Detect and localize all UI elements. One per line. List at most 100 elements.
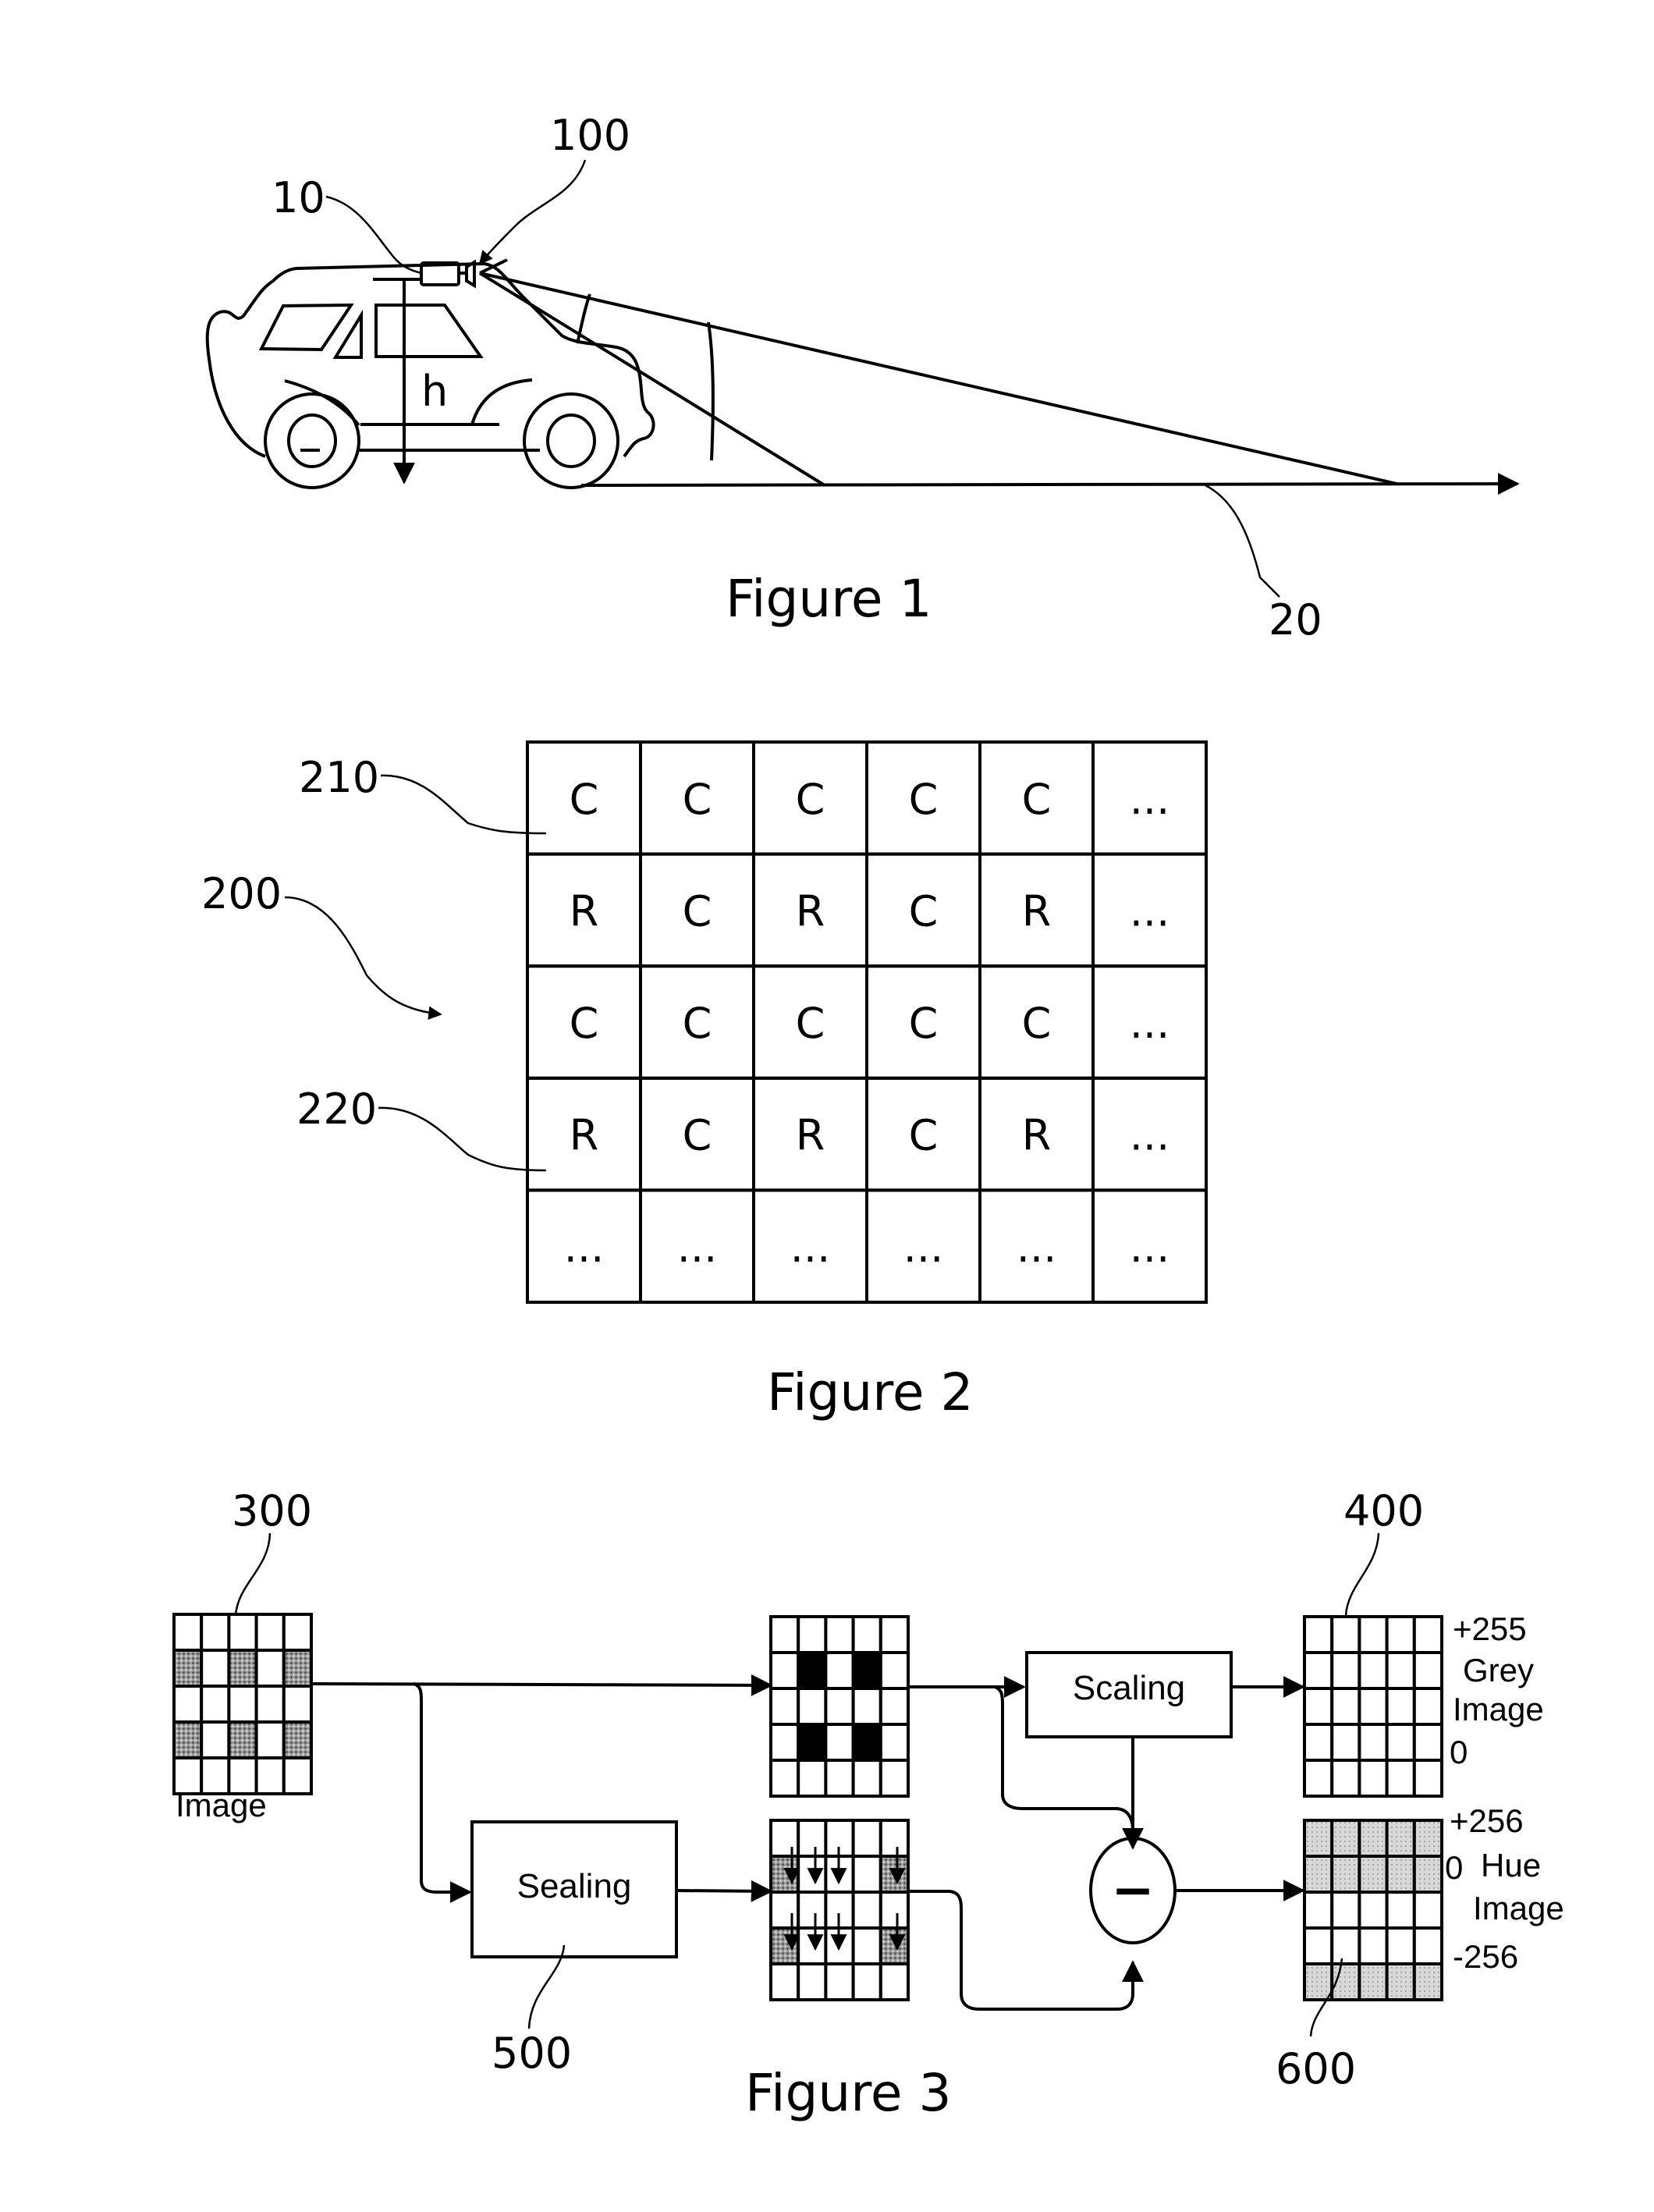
pixel-cell: [1330, 1819, 1361, 1858]
grey-image-leader-line: [1344, 1532, 1380, 1616]
figure-3-caption: Figure 3: [745, 2063, 951, 2123]
pixel-cell: [824, 1962, 855, 2001]
pixel-cell: [769, 1615, 800, 1654]
pixel-cell: [797, 1819, 828, 1858]
pixel-cell: [1412, 1687, 1444, 1726]
pixel-cell: [1303, 1651, 1334, 1690]
filter-cell-label: C: [909, 886, 939, 936]
filter-cell-label: R: [1022, 886, 1052, 936]
filter-cell-label: C: [796, 999, 825, 1048]
pixel-cell: [1358, 1926, 1389, 1965]
filter-cell-label: ...: [677, 1223, 718, 1272]
pixel-cell: [769, 1723, 800, 1762]
pixel-cell: [1385, 1891, 1416, 1930]
pixel-cell: [878, 1962, 910, 2001]
system-ref-label: 100: [550, 111, 630, 160]
pixel-cell: [851, 1723, 882, 1762]
pixel-cell: [797, 1891, 828, 1930]
pixel-cell: [1385, 1855, 1416, 1894]
pixel-cell: [254, 1685, 286, 1724]
pixel-cell: [282, 1649, 313, 1688]
hue-image-ref-label: 600: [1276, 2044, 1356, 2093]
pixel-cell: [1412, 1926, 1444, 1965]
pixel-cell: [254, 1720, 286, 1759]
road-ref-label: 20: [1269, 595, 1322, 644]
scaling-block-label: Scaling: [1073, 1669, 1185, 1707]
pixel-cell: [1385, 1759, 1416, 1798]
filter-cell-label: R: [570, 886, 599, 936]
pixel-cell: [1303, 1819, 1334, 1858]
input-image-grid: [172, 1613, 313, 1795]
sealing-block-label: Sealing: [517, 1867, 632, 1905]
pixel-cell: [851, 1819, 882, 1858]
pixel-cell: [878, 1819, 910, 1858]
pixel-cell: [797, 1723, 828, 1762]
filter-cell-label: R: [1022, 1111, 1052, 1160]
pixel-cell: [769, 1687, 800, 1726]
filter-cell-label: ...: [1130, 999, 1170, 1048]
pixel-cell: [824, 1651, 855, 1690]
clear-pixel-ref-label: 210: [299, 753, 379, 802]
pixel-cell: [878, 1855, 910, 1894]
figure-1-caption: Figure 1: [726, 569, 932, 629]
red-pixel-leader-line: [378, 1106, 547, 1172]
pixel-cell: [878, 1759, 910, 1798]
pixel-cell: [227, 1685, 258, 1724]
pixel-cell: [1358, 1855, 1389, 1894]
filter-cell-label: C: [683, 1111, 712, 1160]
system-leader-arrow: [478, 159, 587, 265]
pixel-cell: [172, 1720, 204, 1759]
flow-input-to-sealing: [413, 1682, 472, 1903]
pixel-cell: [172, 1685, 204, 1724]
input-image-caption: Image: [176, 1787, 267, 1823]
front-wheel-hub: [546, 414, 596, 468]
fov-upper-ray: [479, 258, 508, 275]
pixel-cell: [1412, 1819, 1444, 1858]
filter-cell-label: C: [683, 886, 712, 936]
pixel-cell: [282, 1720, 313, 1759]
pixel-cell: [769, 1926, 800, 1965]
camera-leader-line: [325, 195, 422, 275]
hue-image-name-2: Image: [1473, 1890, 1564, 1926]
front-wheel-arch: [470, 378, 533, 425]
pixel-cell: [172, 1613, 204, 1652]
pixel-cell: [878, 1891, 910, 1930]
pixel-cell: [1303, 1759, 1334, 1798]
filter-cell-label: ...: [1017, 1223, 1057, 1272]
pixel-cell: [227, 1613, 258, 1652]
hue-image-name-1: Hue: [1481, 1847, 1541, 1884]
pixel-cell: [1358, 1651, 1389, 1690]
pixel-cell: [1330, 1855, 1361, 1894]
pixel-cell: [1385, 1926, 1416, 1965]
filter-array-grid: C C C C C ... R C R C R ... C C C C C ... R C R C R...........…: [526, 740, 1208, 1305]
front-window: [374, 304, 484, 358]
pixel-cell: [1358, 1723, 1389, 1762]
pixel-cell: [851, 1615, 882, 1654]
filter-cell-label: C: [1022, 999, 1052, 1048]
subtract-symbol: −: [1111, 1860, 1154, 1920]
pixel-cell: [282, 1685, 313, 1724]
flow-branch-to-subtract: [994, 1685, 1134, 1830]
filter-cell-label: R: [796, 886, 825, 936]
pixel-cell: [1303, 1615, 1334, 1654]
pixel-cell: [1385, 1819, 1416, 1858]
pixel-cell: [1358, 1962, 1389, 2001]
front-wheel-tire: [523, 392, 619, 489]
pixel-cell: [1358, 1759, 1389, 1798]
pixel-cell: [824, 1687, 855, 1726]
pixel-cell: [200, 1685, 231, 1724]
pixel-cell: [797, 1687, 828, 1726]
height-label: h: [421, 367, 448, 416]
pixel-cell: [851, 1759, 882, 1798]
filter-cell-label: ...: [1130, 886, 1170, 936]
pixel-cell: [824, 1615, 855, 1654]
pixel-cell: [1412, 1891, 1444, 1930]
pixel-cell: [282, 1613, 313, 1652]
pixel-cell: [1385, 1687, 1416, 1726]
hue-range-mid: 0: [1445, 1849, 1463, 1886]
pixel-cell: [200, 1613, 231, 1652]
pixel-cell: [851, 1926, 882, 1965]
pixel-cell: [1358, 1615, 1389, 1654]
pixel-cell: [1385, 1615, 1416, 1654]
pixel-cell: [1385, 1651, 1416, 1690]
